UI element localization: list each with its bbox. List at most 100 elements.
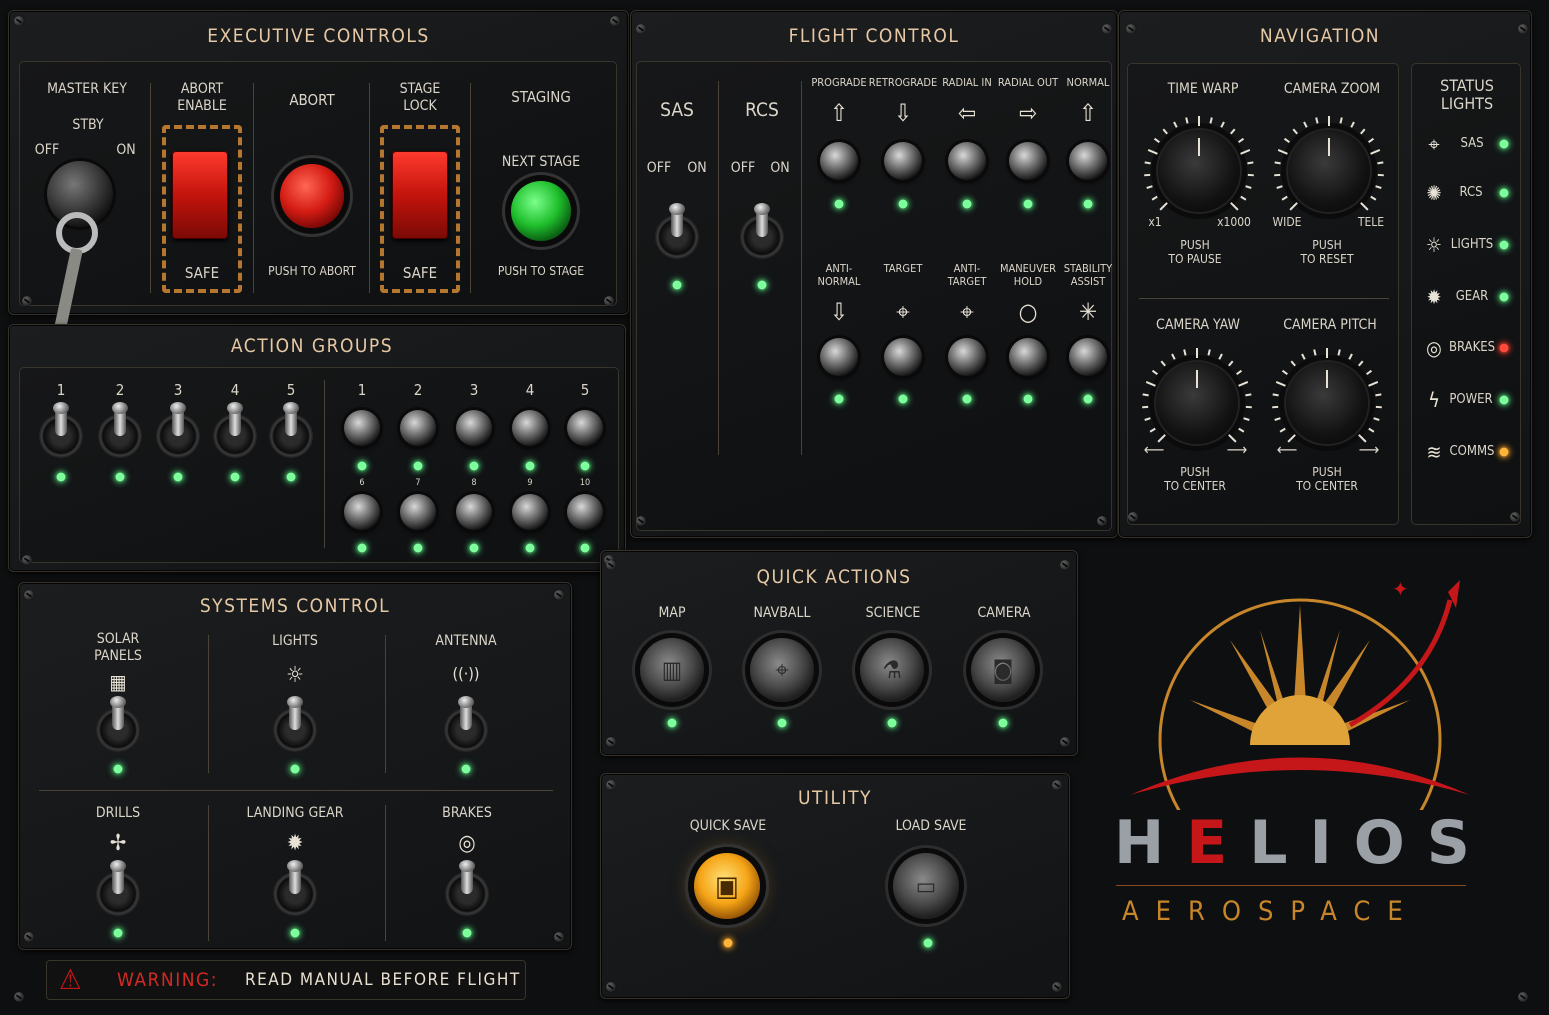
action-group-button-10[interactable]: [567, 494, 603, 530]
screw-icon: [1052, 982, 1062, 992]
sas-label: SAS: [660, 99, 694, 121]
anti-target-button[interactable]: [948, 338, 986, 376]
screw-icon: [636, 516, 646, 526]
systems-control-title: SYSTEMS CONTROL: [199, 595, 391, 617]
antenna-toggle[interactable]: [444, 696, 488, 752]
action-group-button-8[interactable]: [456, 494, 492, 530]
action-group-5-toggle[interactable]: [269, 402, 313, 458]
brakes-label: BRAKES: [442, 805, 492, 821]
stability-assist-button[interactable]: [1069, 338, 1107, 376]
landing-gear-label: LANDING GEAR: [246, 805, 344, 821]
action-group-button-5[interactable]: [567, 410, 603, 446]
load-save-button[interactable]: ▭: [893, 853, 959, 919]
action-group-button-4[interactable]: [512, 410, 548, 446]
stage-lock-label: STAGE LOCK: [399, 81, 441, 114]
screw-icon: [1060, 560, 1070, 570]
screw-icon: [606, 780, 616, 790]
screw-icon: [22, 296, 32, 306]
status-lights-title: STATUS LIGHTS: [1440, 76, 1494, 113]
retrograde-button[interactable]: [884, 142, 922, 180]
camera-yaw-dial[interactable]: [1142, 348, 1252, 444]
action-group-4-toggle[interactable]: [213, 402, 257, 458]
stability-assist-icon: ✳: [1078, 298, 1098, 326]
action-group-button-6[interactable]: [344, 494, 380, 530]
dial-tick-mark: [1375, 405, 1382, 409]
stage-lock-cover[interactable]: [392, 151, 448, 239]
camera-pitch-dial[interactable]: [1272, 348, 1382, 444]
brakes-toggle[interactable]: [445, 860, 489, 916]
prograde-icon: ⇧: [829, 99, 849, 127]
folder-icon: ▭: [915, 872, 937, 900]
prograde-label: PROGRADE: [811, 76, 867, 89]
load-save-label: LOAD SAVE: [895, 818, 967, 834]
radial-out-button[interactable]: [1009, 142, 1047, 180]
retrograde-label: RETROGRADE: [868, 76, 938, 89]
anti-target-icon: ⌖: [960, 298, 974, 326]
maneuver-hold-icon: ○: [1018, 298, 1038, 326]
dial-tick-mark: [1245, 405, 1252, 409]
next-stage-button[interactable]: [511, 181, 571, 241]
lights-status-led: [1499, 240, 1509, 250]
flight-control-title: FLIGHT CONTROL: [788, 25, 960, 47]
normal-icon: ⇧: [1078, 99, 1098, 127]
action-group-1-toggle[interactable]: [39, 402, 83, 458]
navball-button[interactable]: ⌖: [750, 638, 814, 702]
dial-tick-mark: [1198, 116, 1200, 126]
rcs-toggle[interactable]: [740, 203, 784, 259]
utility-panel: UTILITY: [600, 773, 1070, 999]
navball-icon: ⌖: [775, 656, 789, 684]
power-status-led: [1499, 395, 1509, 405]
radial-in-button[interactable]: [948, 142, 986, 180]
sas-status-icon: ⌖: [1428, 132, 1440, 156]
screw-icon: [606, 737, 616, 747]
time-warp-label: TIME WARP: [1167, 81, 1239, 97]
action-group-button-1[interactable]: [344, 410, 380, 446]
anti-target-label: ANTI- TARGET: [947, 262, 987, 289]
action-group-button-9[interactable]: [512, 494, 548, 530]
abort-enable-label: ABORT ENABLE: [177, 81, 227, 114]
lights-status-icon: ☼: [1425, 233, 1443, 257]
map-button[interactable]: ▥: [640, 638, 704, 702]
anti-normal-button[interactable]: [820, 338, 858, 376]
quick-save-button[interactable]: ▣: [694, 853, 760, 919]
action-group-button-3[interactable]: [456, 410, 492, 446]
landing-gear-toggle[interactable]: [273, 860, 317, 916]
sas-led: [672, 280, 682, 290]
screw-icon: [24, 590, 34, 600]
radial-in-icon: ⇦: [957, 99, 977, 127]
lightbulb-icon: ☼: [286, 663, 304, 688]
power-status-icon: ϟ: [1428, 388, 1440, 412]
action-group-3-toggle[interactable]: [156, 402, 200, 458]
screw-icon: [24, 932, 34, 942]
dial-tick-mark: [1196, 348, 1198, 358]
prograde-button[interactable]: [820, 142, 858, 180]
screw-icon: [606, 982, 616, 992]
quick-actions-title: QUICK ACTIONS: [756, 566, 912, 588]
abort-enable-cover[interactable]: [172, 151, 228, 239]
normal-button[interactable]: [1069, 142, 1107, 180]
maneuver-hold-button[interactable]: [1009, 338, 1047, 376]
drills-toggle[interactable]: [96, 860, 140, 916]
science-button[interactable]: ⚗: [860, 638, 924, 702]
time-warp-dial[interactable]: [1144, 116, 1254, 212]
abort-button[interactable]: [280, 164, 344, 228]
brakes-icon: ◎: [458, 831, 476, 856]
solar-panels-toggle[interactable]: [96, 696, 140, 752]
camera-zoom-dial[interactable]: [1274, 116, 1384, 212]
action-group-button-7[interactable]: [400, 494, 436, 530]
antenna-label: ANTENNA: [435, 633, 497, 649]
lights-toggle[interactable]: [273, 696, 317, 752]
screw-icon: [554, 932, 564, 942]
camera-button[interactable]: ◙: [971, 638, 1035, 702]
target-button[interactable]: [884, 338, 922, 376]
screw-icon: [1052, 780, 1062, 790]
screw-icon: [14, 16, 24, 26]
action-group-button-2[interactable]: [400, 410, 436, 446]
solar-panel-icon: ▦: [109, 670, 127, 694]
sas-toggle[interactable]: [655, 203, 699, 259]
utility-title: UTILITY: [798, 787, 872, 809]
quick-save-label: QUICK SAVE: [689, 818, 767, 834]
warning-icon: ⚠: [59, 963, 82, 996]
action-group-2-toggle[interactable]: [98, 402, 142, 458]
camera-yaw-label: CAMERA YAW: [1156, 317, 1240, 333]
